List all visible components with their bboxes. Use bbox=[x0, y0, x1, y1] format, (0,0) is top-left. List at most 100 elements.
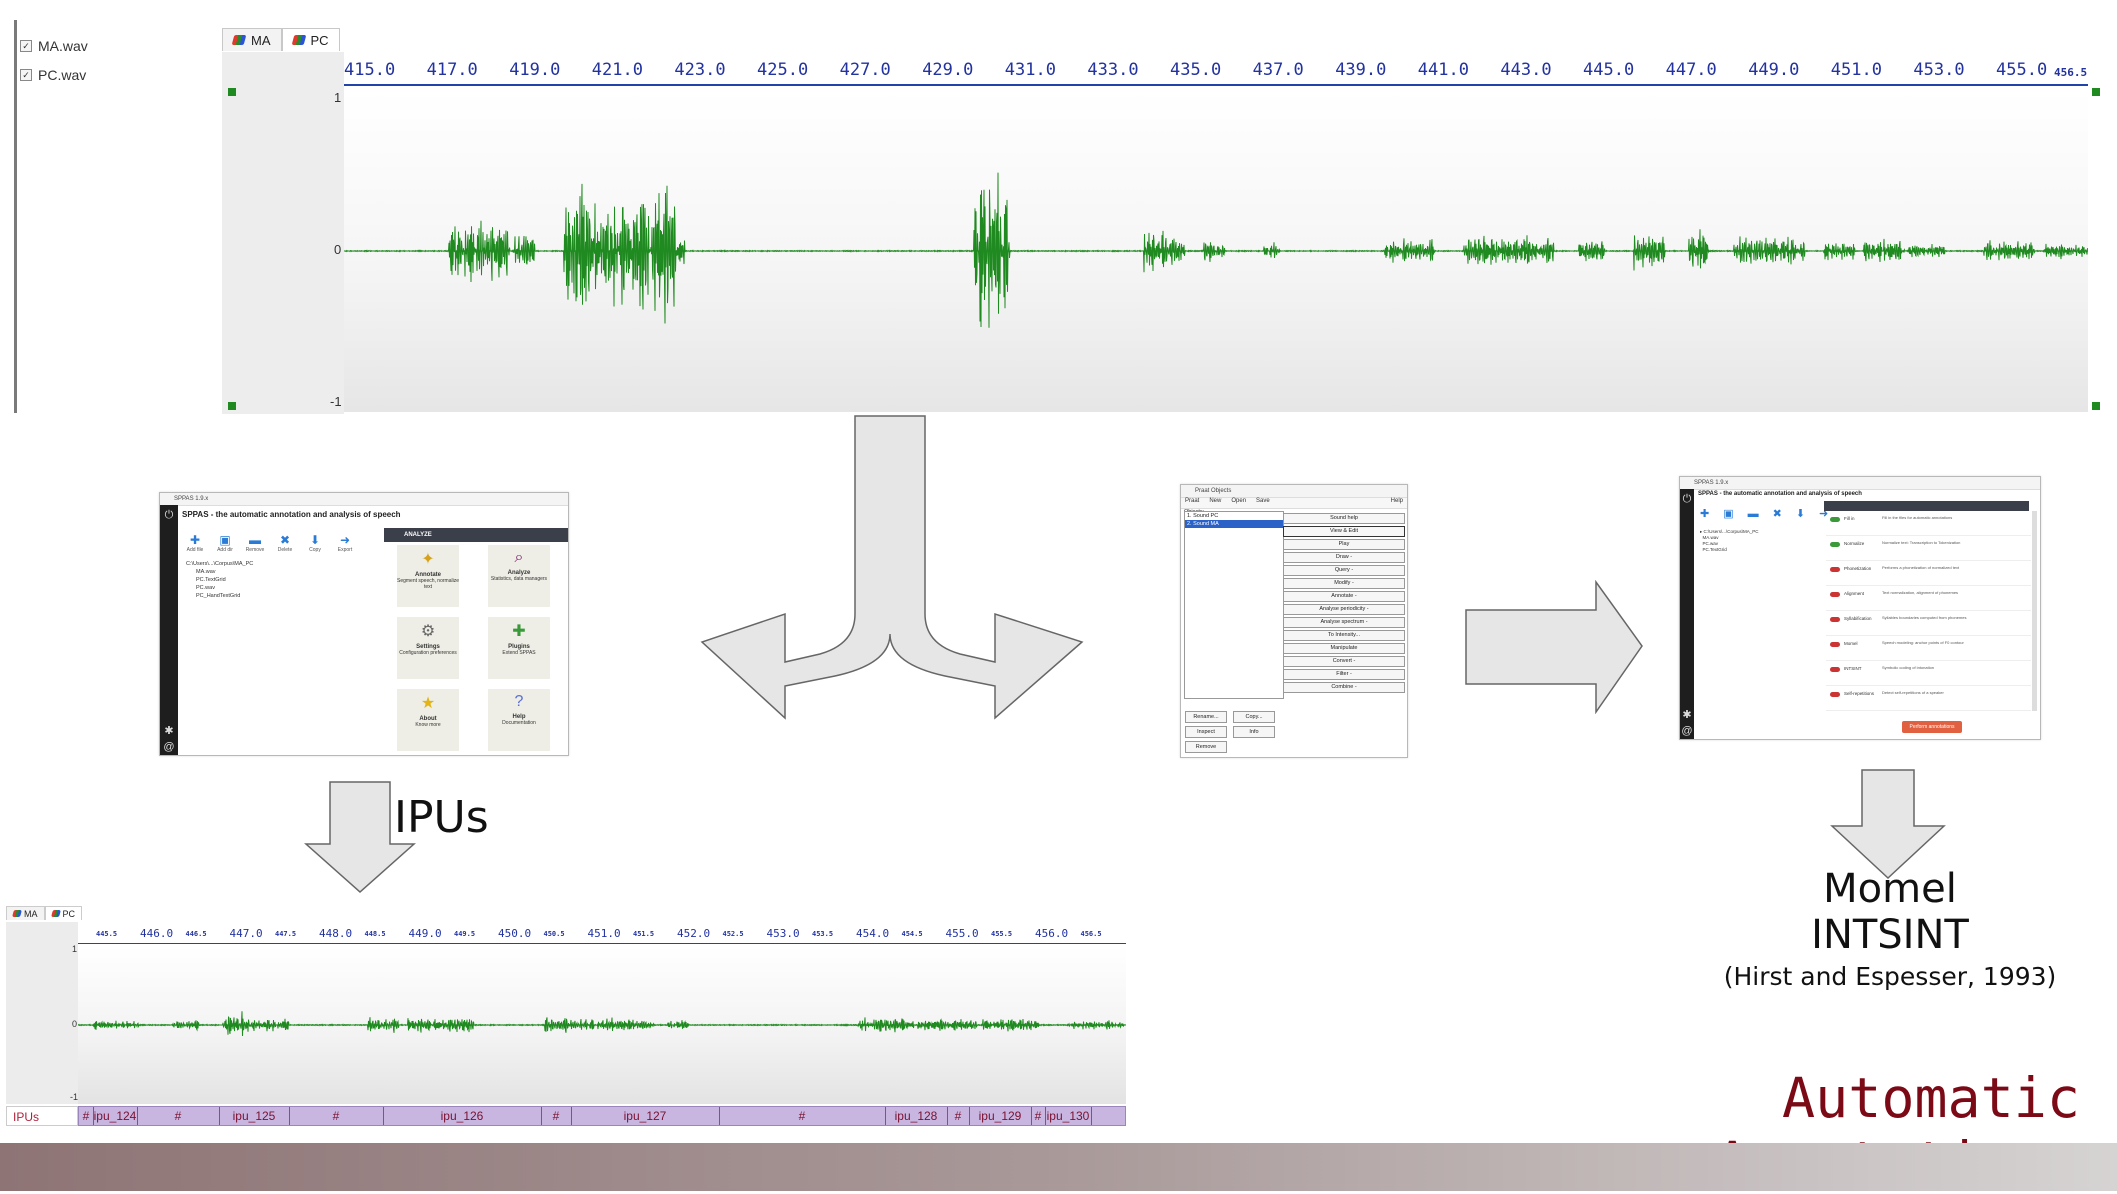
about-card[interactable]: ★ About Know more bbox=[397, 689, 459, 751]
object-item-selected[interactable]: 2. Sound MA bbox=[1185, 520, 1283, 528]
menu-praat[interactable]: Praat bbox=[1185, 498, 1199, 508]
toolbar-icons[interactable]: ✚▣▬✖⬇➜ bbox=[1700, 507, 1828, 521]
time-ruler[interactable]: 415.0 417.0 419.0 421.0 423.0 425.0 427.0 429.0… bbox=[344, 52, 2088, 90]
ipu-segment[interactable]: ipu_125 bbox=[219, 1107, 290, 1125]
file-item-pc[interactable]: ✓ PC.wav bbox=[20, 67, 86, 83]
tree-root[interactable]: C:\Users\...\Corpus\MA_PC bbox=[186, 561, 253, 567]
bug-icon[interactable]: ✱ bbox=[1681, 709, 1693, 721]
silence-segment[interactable]: # bbox=[289, 1107, 384, 1125]
tier-name[interactable]: IPUs bbox=[6, 1106, 78, 1126]
ipu-segment[interactable]: ipu_127 bbox=[571, 1107, 720, 1125]
praat-action-button[interactable]: Annotate - bbox=[1283, 591, 1405, 602]
praat-action-button[interactable]: Play bbox=[1283, 539, 1405, 550]
toggle-switch[interactable] bbox=[1830, 567, 1840, 572]
tree-item[interactable]: PC_HandTextGrid bbox=[196, 593, 240, 599]
ipu-tier[interactable]: # ipu_124 # ipu_125 # ipu_126 # ipu_127 # ipu_128… bbox=[78, 1106, 1126, 1126]
annotation-row[interactable]: INTSINT Symbolic coding of intonation bbox=[1826, 663, 2031, 686]
annotation-row[interactable]: Alignment Text normalization, alignment o… bbox=[1826, 588, 2031, 611]
settings-card[interactable]: ⚙ Settings Configuration preferences bbox=[397, 617, 459, 679]
toggle-switch[interactable] bbox=[1830, 692, 1840, 697]
annotation-row[interactable]: Fill in Fill in the files for automatic a… bbox=[1826, 513, 2031, 536]
sppas-annotate-window[interactable]: SPPAS 1.9.x ⏻ ✱ @ SPPAS - the automatic … bbox=[1679, 476, 2041, 740]
tree-item[interactable]: PC.wav bbox=[196, 585, 215, 591]
silence-segment[interactable]: # bbox=[541, 1107, 572, 1125]
at-icon[interactable]: @ bbox=[163, 741, 175, 753]
ipu-segment[interactable]: ipu_129 bbox=[969, 1107, 1032, 1125]
info-button[interactable]: Info bbox=[1233, 726, 1275, 738]
annotation-row[interactable]: Self-repetitions Detect self-repetitions … bbox=[1826, 688, 2031, 711]
menu-open[interactable]: Open bbox=[1231, 498, 1246, 508]
checkbox-icon[interactable]: ✓ bbox=[20, 69, 32, 81]
tree-item[interactable]: MA.wav bbox=[196, 569, 216, 575]
silence-segment[interactable]: # bbox=[79, 1107, 94, 1125]
annotation-row[interactable]: Syllabification Syllables boundaries comp… bbox=[1826, 613, 2031, 636]
handle-icon[interactable] bbox=[228, 88, 236, 96]
add-dir-button[interactable]: ▣ Add dir bbox=[212, 533, 238, 553]
praat-action-button[interactable]: Convert - bbox=[1283, 656, 1405, 667]
delete-button[interactable]: ✖ Delete bbox=[272, 533, 298, 553]
ipu-segment[interactable]: ipu_128 bbox=[885, 1107, 948, 1125]
silence-segment[interactable]: # bbox=[947, 1107, 970, 1125]
praat-action-button[interactable]: Modify - bbox=[1283, 578, 1405, 589]
praat-action-button[interactable]: View & Edit bbox=[1283, 526, 1405, 537]
annotate-card[interactable]: ✦ Annotate Segment speech, normalize text bbox=[397, 545, 459, 607]
inspect-button[interactable]: Inspect bbox=[1185, 726, 1227, 738]
toggle-switch[interactable] bbox=[1830, 592, 1840, 597]
checkbox-icon[interactable]: ✓ bbox=[20, 40, 32, 52]
silence-segment[interactable]: # bbox=[137, 1107, 220, 1125]
ipu-segment[interactable]: ipu_126 bbox=[383, 1107, 542, 1125]
toggle-switch[interactable] bbox=[1830, 617, 1840, 622]
object-item[interactable]: 1. Sound PC bbox=[1185, 512, 1283, 520]
handle-icon[interactable] bbox=[2092, 88, 2100, 96]
praat-action-button[interactable]: Combine - bbox=[1283, 682, 1405, 693]
file-tree[interactable]: ▸ C:\Users\...\Corpus\MA_PC MA.wav PC.wa… bbox=[1700, 529, 1820, 569]
praat-action-button[interactable]: Draw - bbox=[1283, 552, 1405, 563]
praat-action-button[interactable]: To Intensity... bbox=[1283, 630, 1405, 641]
bug-icon[interactable]: ✱ bbox=[163, 725, 175, 737]
file-item-ma[interactable]: ✓ MA.wav bbox=[20, 38, 88, 54]
praat-window[interactable]: Praat Objects Praat New Open Save Help O… bbox=[1180, 484, 1408, 758]
at-icon[interactable]: @ bbox=[1681, 725, 1693, 737]
praat-action-button[interactable]: Analyse spectrum - bbox=[1283, 617, 1405, 628]
praat-action-button[interactable]: Sound help bbox=[1283, 513, 1405, 524]
menu-save[interactable]: Save bbox=[1256, 498, 1270, 508]
silence-segment[interactable]: # bbox=[719, 1107, 886, 1125]
help-card[interactable]: ? Help Documentation bbox=[488, 689, 550, 751]
silence-segment[interactable]: # bbox=[1031, 1107, 1046, 1125]
praat-action-button[interactable]: Query - bbox=[1283, 565, 1405, 576]
toggle-switch[interactable] bbox=[1830, 517, 1840, 522]
waveform-view[interactable] bbox=[77, 946, 1126, 1104]
annotation-row[interactable]: Phonetization Performs a phonetization of… bbox=[1826, 563, 2031, 586]
tab-pc[interactable]: PC bbox=[44, 906, 83, 920]
perform-annotations-button[interactable]: Perform annotations bbox=[1902, 721, 1962, 733]
rename-button[interactable]: Rename... bbox=[1185, 711, 1227, 723]
time-ruler[interactable]: 445.5 446.5 447.5 448.5 449.5 450.5 451.5 452.5… bbox=[78, 922, 1126, 946]
tab-ma[interactable]: MA bbox=[222, 28, 282, 51]
power-icon[interactable]: ⏻ bbox=[163, 509, 175, 521]
toggle-switch[interactable] bbox=[1830, 667, 1840, 672]
toggle-switch[interactable] bbox=[1830, 642, 1840, 647]
copy-button[interactable]: ⬇ Copy bbox=[302, 533, 328, 553]
annotation-row[interactable]: Normalize Normalize text: Transcription t… bbox=[1826, 538, 2031, 561]
scrollbar[interactable] bbox=[2032, 511, 2037, 711]
menu-new[interactable]: New bbox=[1209, 498, 1221, 508]
analyze-card[interactable]: ⌕ Analyze Statistics, data managers bbox=[488, 545, 550, 607]
annotation-row[interactable]: Momel Speech modeling: anchor points of F… bbox=[1826, 638, 2031, 661]
power-icon[interactable]: ⏻ bbox=[1681, 493, 1693, 505]
ipu-segment[interactable]: ipu_124 bbox=[93, 1107, 138, 1125]
tab-pc[interactable]: PC bbox=[281, 28, 340, 51]
ipu-segment[interactable]: ipu_130 bbox=[1045, 1107, 1092, 1125]
handle-icon[interactable] bbox=[228, 402, 236, 410]
waveform-view[interactable] bbox=[343, 90, 2088, 412]
praat-action-button[interactable]: Manipulate bbox=[1283, 643, 1405, 654]
sppas-window[interactable]: SPPAS 1.9.x ⏻ ✱ @ SPPAS - the automatic … bbox=[159, 492, 569, 756]
menu-help[interactable]: Help bbox=[1391, 498, 1403, 508]
praat-action-button[interactable]: Analyse periodicity - bbox=[1283, 604, 1405, 615]
toggle-switch[interactable] bbox=[1830, 542, 1840, 547]
praat-action-button[interactable]: Filter - bbox=[1283, 669, 1405, 680]
objects-list[interactable]: 1. Sound PC 2. Sound MA bbox=[1184, 511, 1284, 699]
remove-button[interactable]: Remove bbox=[1185, 741, 1227, 753]
tab-ma[interactable]: MA bbox=[6, 906, 45, 920]
export-button[interactable]: ➜ Export bbox=[332, 533, 358, 553]
add-file-button[interactable]: ✚ Add file bbox=[182, 533, 208, 553]
